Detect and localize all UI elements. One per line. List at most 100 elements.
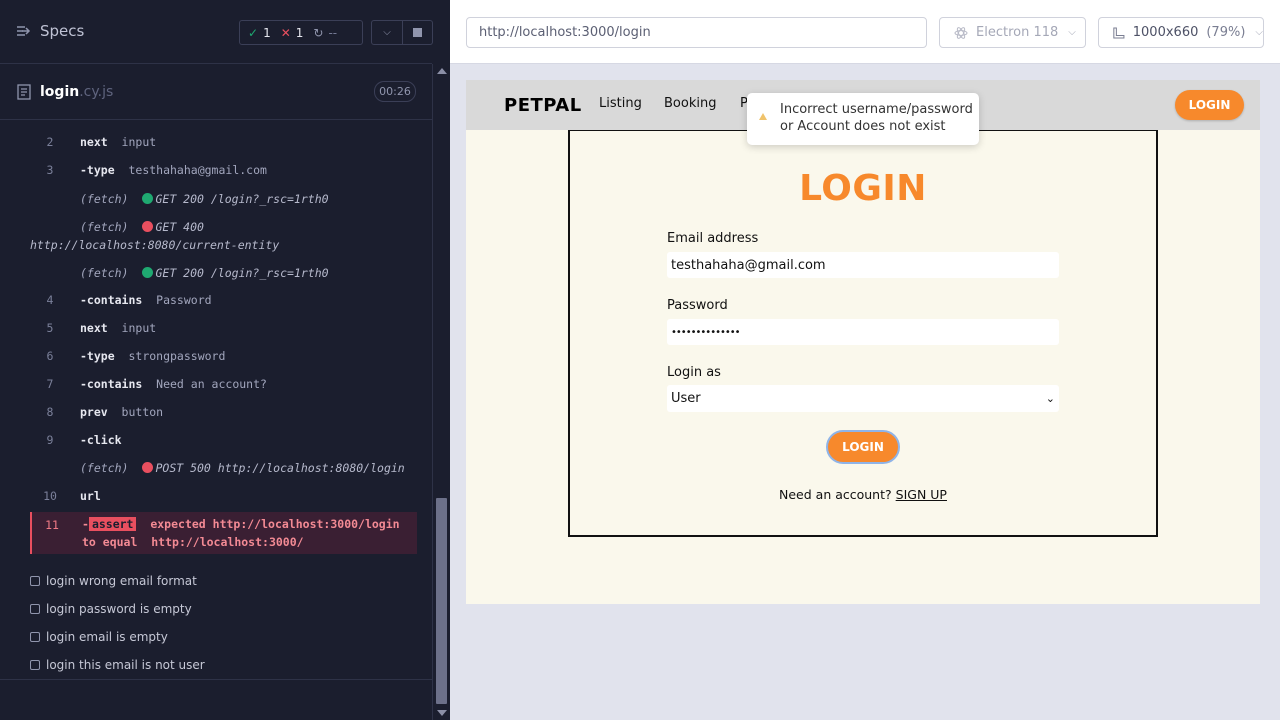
stop-button[interactable] <box>403 20 433 45</box>
request-summary: GET 200 /login?_rsc=1rth0 <box>155 266 329 280</box>
fetch-log-row[interactable]: (fetch) GET 200 /login?_rsc=1rth0 <box>30 190 417 208</box>
scroll-thumb[interactable] <box>436 498 447 704</box>
request-summary: POST 500 http://localhost:8080/login <box>155 461 405 475</box>
command-entry: -type testhahaha@gmail.com <box>80 161 417 179</box>
browser-selector[interactable]: Electron 118 ⌵ <box>939 17 1086 48</box>
toast-message: Incorrect username/password or Account d… <box>780 102 973 134</box>
command-name: -type <box>80 349 115 363</box>
command-log-scrollbar[interactable] <box>432 64 450 720</box>
command-arg: input <box>107 321 157 335</box>
failed-count: ✕ 1 <box>280 25 304 40</box>
brand-logo[interactable]: PETPAL <box>504 95 582 116</box>
assert-actual: http://localhost:3000/ <box>151 535 304 549</box>
error-toast: Incorrect username/password or Account d… <box>747 93 979 145</box>
command-name: -click <box>80 433 122 447</box>
spec-file-name[interactable]: login.cy.js <box>40 84 113 100</box>
test-item[interactable]: login wrong email format <box>30 574 197 588</box>
assert-operator: to equal <box>82 535 152 549</box>
command-entry: -type strongpassword <box>80 347 417 365</box>
browser-name: Electron 118 <box>976 25 1059 40</box>
command-entry: next input <box>80 133 417 151</box>
sidebar-toggle-icon <box>17 26 31 36</box>
scroll-up-icon[interactable] <box>437 68 447 74</box>
fetch-entry: (fetch) GET 200 /login?_rsc=1rth0 <box>80 190 417 208</box>
command-entry: -contains Need an account? <box>80 375 417 393</box>
command-arg: Password <box>142 293 212 307</box>
chevron-down-icon: ⌵ <box>1255 27 1263 38</box>
command-name: next <box>80 321 108 335</box>
specs-label: Specs <box>40 22 85 40</box>
line-number: 7 <box>46 377 54 391</box>
fetch-label: (fetch) <box>80 461 129 475</box>
specs-toggle-button[interactable]: Specs <box>16 22 84 40</box>
passed-count: ✓ 1 <box>248 25 271 40</box>
role-select[interactable]: User ⌄ <box>667 385 1059 412</box>
password-field[interactable] <box>667 319 1059 345</box>
fetch-log-row[interactable]: (fetch) GET 400 http://localhost:8080/curr… <box>30 218 417 256</box>
nav-listing[interactable]: Listing <box>599 96 642 111</box>
command-entry: prev button <box>80 403 417 421</box>
role-label: Login as <box>667 365 721 380</box>
line-number: 5 <box>46 321 54 335</box>
command-row[interactable]: 10 url <box>30 487 417 505</box>
app-under-test: PETPAL Listing Booking P LOGIN Incorrect… <box>466 80 1260 604</box>
fetch-log-row[interactable]: (fetch) POST 500 http://localhost:8080/lo… <box>30 459 417 477</box>
command-row[interactable]: 6 -type strongpassword <box>30 347 417 365</box>
command-log-panel: Specs ✓ 1 ✕ 1 ↻ -- ⌵ login.cy.js 00:26 2 nex… <box>0 0 450 720</box>
command-row[interactable]: 9 -click <box>30 431 417 449</box>
pending-test-icon <box>30 660 40 670</box>
line-number: 8 <box>46 405 54 419</box>
url-field[interactable] <box>466 17 927 48</box>
collapse-all-button[interactable]: ⌵ <box>371 20 403 45</box>
status-ok-icon <box>142 267 154 278</box>
command-name: -contains <box>80 293 143 307</box>
command-name: -type <box>80 163 115 177</box>
assert-entry: - assert expected http://localhost:3000/l… <box>82 515 419 551</box>
command-entry: -click <box>80 431 417 449</box>
failed-assert-row[interactable]: 11 - assert expected http://localhost:3000… <box>30 512 417 554</box>
request-summary: GET 400 <box>155 220 204 234</box>
chevron-down-icon: ⌄ <box>1045 392 1055 405</box>
command-name: next <box>80 135 108 149</box>
test-item[interactable]: login email is empty <box>30 630 168 644</box>
request-url: http://localhost:8080/current-entity <box>30 238 280 252</box>
fetch-log-row[interactable]: (fetch) GET 200 /login?_rsc=1rth0 <box>30 264 417 282</box>
line-number: 2 <box>46 135 54 149</box>
test-item[interactable]: login this email is not user <box>30 658 205 672</box>
specs-header: Specs ✓ 1 ✕ 1 ↻ -- ⌵ <box>0 0 433 64</box>
test-item[interactable]: login password is empty <box>30 602 192 616</box>
spec-file-row: login.cy.js 00:26 <box>0 64 432 120</box>
command-row[interactable]: 5 next input <box>30 319 417 337</box>
command-row[interactable]: 8 prev button <box>30 403 417 421</box>
command-name: prev <box>80 405 108 419</box>
line-number: 11 <box>45 518 59 532</box>
scroll-down-icon[interactable] <box>437 710 447 716</box>
run-duration: 00:26 <box>374 81 416 102</box>
page-title: LOGIN <box>799 168 927 209</box>
login-submit-button[interactable]: LOGIN <box>826 430 900 464</box>
line-number: 3 <box>46 163 54 177</box>
status-ok-icon <box>142 193 154 204</box>
warning-icon <box>759 113 767 120</box>
signup-prompt-row: Need an account? SIGN UP <box>570 487 1156 502</box>
test-title: login password is empty <box>46 602 192 616</box>
signup-link[interactable]: SIGN UP <box>896 487 947 502</box>
email-field[interactable] <box>667 252 1059 278</box>
spinner-icon: ↻ <box>313 25 324 40</box>
command-row[interactable]: 3 -type testhahaha@gmail.com <box>30 161 417 179</box>
fetch-entry: (fetch) POST 500 http://localhost:8080/lo… <box>80 459 417 477</box>
viewport-selector[interactable]: 1000x660 (79%) ⌵ <box>1098 17 1264 48</box>
nav-login-button[interactable]: LOGIN <box>1175 90 1244 120</box>
command-name: -contains <box>80 377 143 391</box>
fetch-label: (fetch) <box>80 192 129 206</box>
command-row[interactable]: 4 -contains Password <box>30 291 417 309</box>
command-arg: testhahaha@gmail.com <box>114 163 267 177</box>
test-title: login this email is not user <box>46 658 205 672</box>
divider <box>0 679 432 680</box>
nav-booking[interactable]: Booking <box>664 96 716 111</box>
command-arg: Need an account? <box>142 377 267 391</box>
fetch-entry: (fetch) GET 400 http://localhost:8080/curr… <box>30 218 417 254</box>
command-row[interactable]: 7 -contains Need an account? <box>30 375 417 393</box>
role-value: User <box>671 391 701 406</box>
command-row[interactable]: 2 next input <box>30 133 417 151</box>
